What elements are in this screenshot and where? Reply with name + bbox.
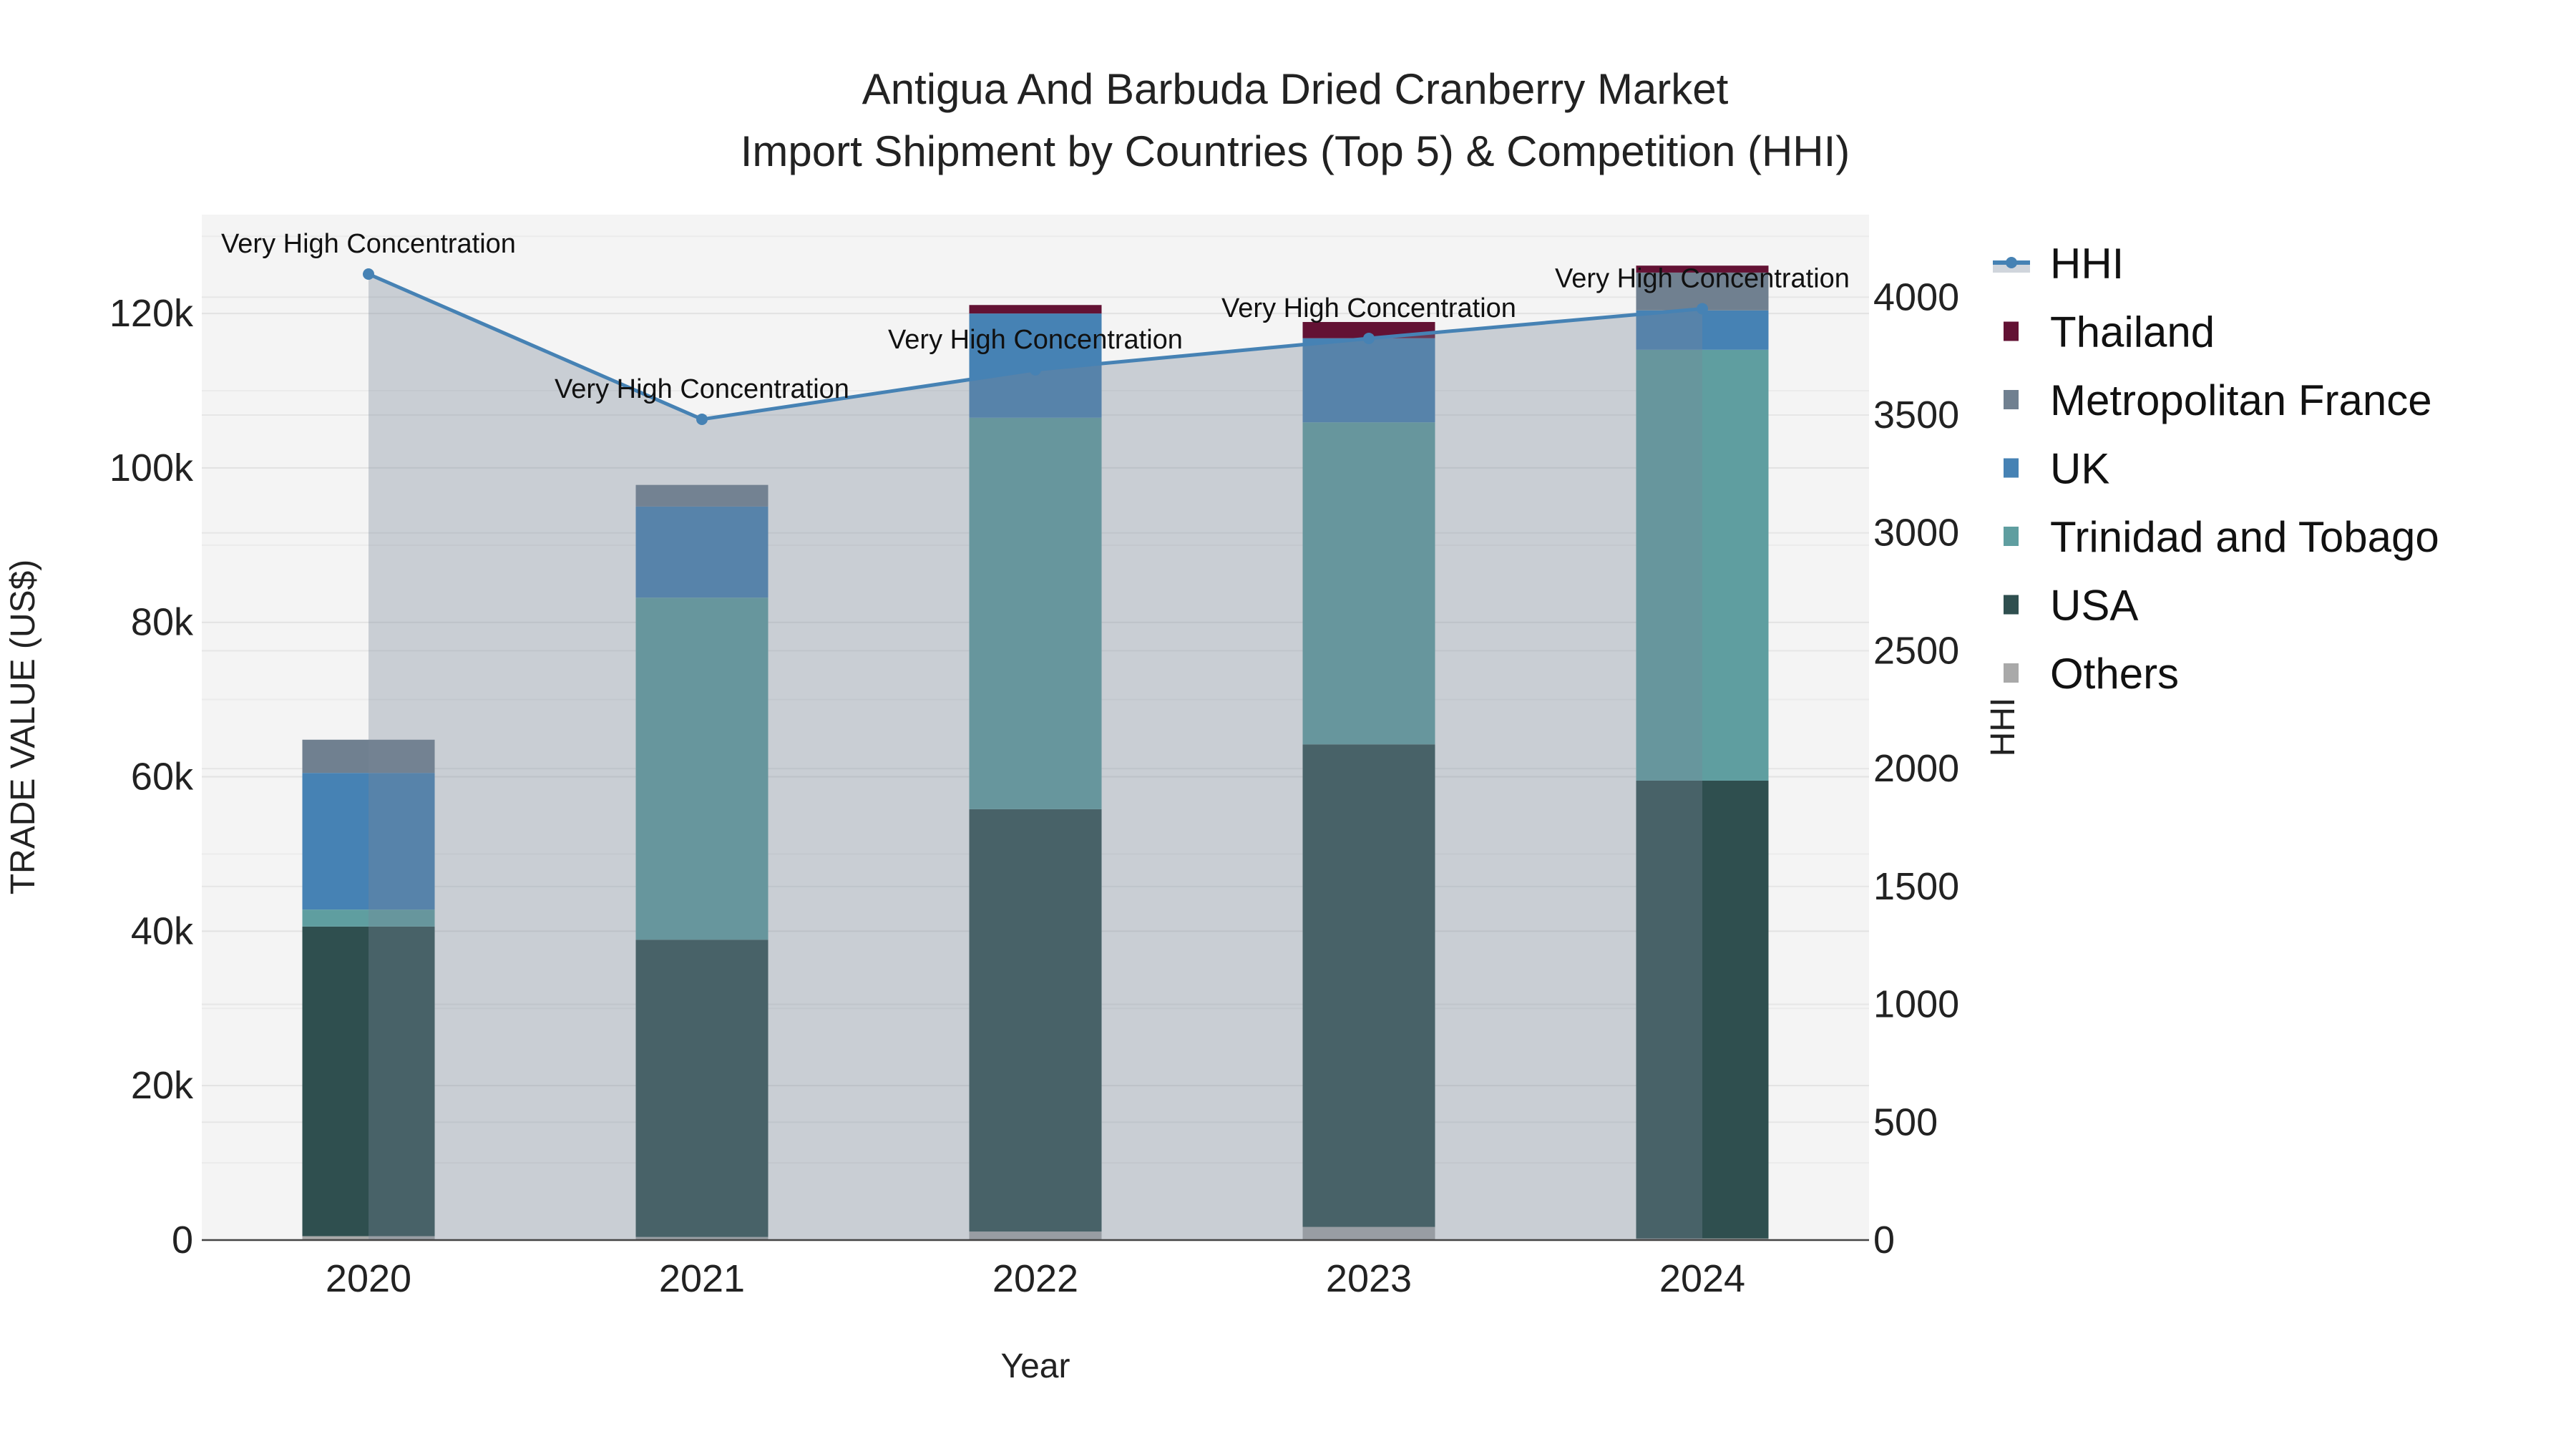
legend-label: Metropolitan France bbox=[2050, 376, 2432, 424]
legend-swatch bbox=[2004, 595, 2019, 615]
x-tick-label: 2023 bbox=[1326, 1257, 1412, 1300]
hhi-annotation: Very High Concentration bbox=[555, 374, 849, 404]
hhi-annotation: Very High Concentration bbox=[1221, 293, 1516, 323]
legend-swatch bbox=[2004, 663, 2019, 683]
chart-title: Antigua And Barbuda Dried Cranberry Mark… bbox=[862, 65, 1729, 113]
y2-tick-label: 0 bbox=[1873, 1219, 1895, 1262]
hhi-annotation: Very High Concentration bbox=[888, 325, 1183, 355]
x-tick-label: 2024 bbox=[1659, 1257, 1745, 1300]
hhi-area bbox=[369, 274, 1702, 1241]
y-tick-label: 60k bbox=[131, 756, 194, 799]
legend-item-trinidad-and-tobago: Trinidad and Tobago bbox=[2004, 513, 2439, 561]
y-tick-label: 0 bbox=[172, 1219, 193, 1262]
legend-label: Trinidad and Tobago bbox=[2050, 513, 2439, 561]
x-tick-label: 2022 bbox=[992, 1257, 1078, 1300]
legend-label: UK bbox=[2050, 445, 2109, 493]
legend-item-usa: USA bbox=[2004, 582, 2138, 630]
legend-swatch bbox=[2004, 527, 2019, 546]
hhi-point bbox=[1030, 364, 1041, 376]
y2-tick-label: 3000 bbox=[1873, 512, 1959, 555]
legend-item-thailand: Thailand bbox=[2004, 308, 2215, 356]
y-tick-label: 100k bbox=[109, 447, 194, 489]
y-tick-label: 40k bbox=[131, 909, 194, 952]
legend-label: HHI bbox=[2050, 240, 2124, 288]
legend-label: Others bbox=[2050, 650, 2179, 698]
y2-tick-label: 2500 bbox=[1873, 629, 1959, 672]
y-tick-label: 120k bbox=[109, 292, 194, 335]
legend-item-hhi: HHI bbox=[1993, 240, 2124, 288]
hhi-point bbox=[1697, 303, 1708, 315]
legend: HHI Thailand Metropolitan France UK Trinidad… bbox=[1993, 240, 2439, 698]
y2-tick-label: 1500 bbox=[1873, 865, 1959, 908]
hhi-point bbox=[1363, 332, 1375, 344]
y2-tick-label: 4000 bbox=[1873, 275, 1959, 318]
y2-tick-label: 1000 bbox=[1873, 983, 1959, 1026]
legend-swatch bbox=[2004, 390, 2019, 409]
x-axis-title: Year bbox=[1001, 1347, 1070, 1385]
x-tick-label: 2020 bbox=[326, 1257, 411, 1300]
legend-swatch bbox=[2004, 458, 2019, 478]
hhi-annotation: Very High Concentration bbox=[1555, 263, 1850, 293]
bar-thailand bbox=[969, 305, 1102, 314]
x-tick-label: 2021 bbox=[659, 1257, 745, 1300]
y-axis-ticks: 0 20k 40k 60k 80k 100k 120k bbox=[109, 292, 194, 1262]
hhi-point bbox=[363, 268, 374, 280]
y-tick-label: 80k bbox=[131, 601, 194, 644]
y-axis-title: TRADE VALUE (US$) bbox=[4, 560, 42, 895]
y2-axis-ticks: 0 500 1000 1500 2000 2500 3000 3500 4000 bbox=[1873, 275, 1959, 1262]
legend-item-others: Others bbox=[2004, 650, 2179, 698]
legend-label: Thailand bbox=[2050, 308, 2215, 356]
legend-label: USA bbox=[2050, 582, 2138, 630]
y2-tick-label: 2000 bbox=[1873, 747, 1959, 790]
hhi-series: Very High Concentration Very High Concent… bbox=[221, 229, 1850, 1241]
y2-tick-label: 3500 bbox=[1873, 394, 1959, 436]
chart-subtitle: Import Shipment by Countries (Top 5) & C… bbox=[741, 127, 1850, 175]
y-tick-label: 20k bbox=[131, 1064, 194, 1107]
x-axis-ticks: 2020 2021 2022 2023 2024 bbox=[326, 1257, 1745, 1300]
hhi-point bbox=[696, 413, 708, 425]
y2-tick-label: 500 bbox=[1873, 1101, 1938, 1143]
hhi-annotation: Very High Concentration bbox=[221, 229, 516, 259]
legend-item-metropolitan-france: Metropolitan France bbox=[2004, 376, 2432, 424]
legend-hhi-marker bbox=[2006, 257, 2017, 268]
chart: Very High Concentration Very High Concent… bbox=[4, 65, 2439, 1385]
legend-swatch bbox=[2004, 321, 2019, 341]
y2-axis-title: HHI bbox=[1984, 698, 2022, 757]
legend-item-uk: UK bbox=[2004, 445, 2109, 493]
